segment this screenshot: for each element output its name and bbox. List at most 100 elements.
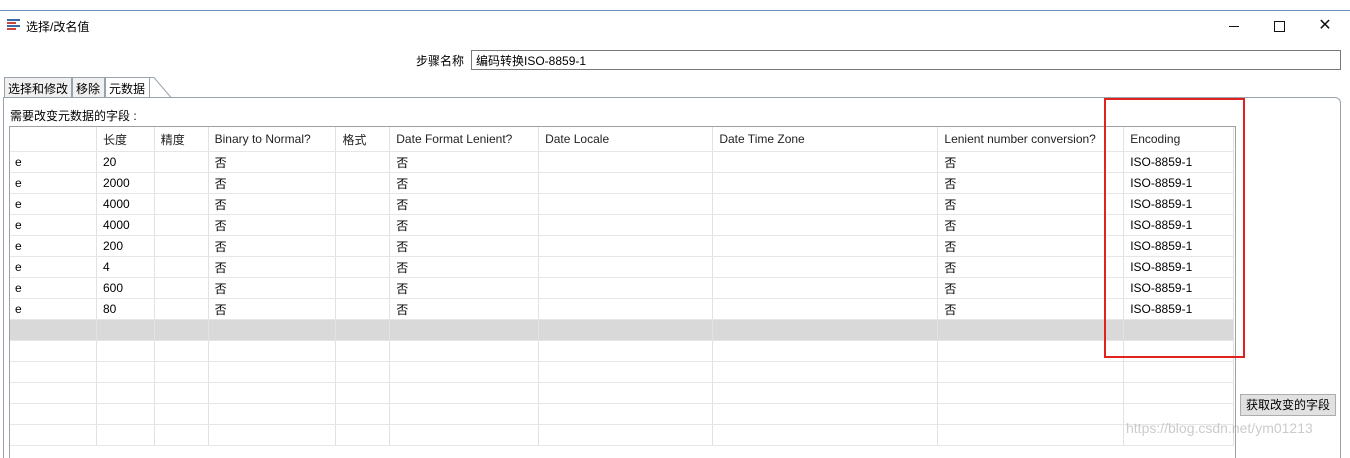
table-cell[interactable] — [335, 361, 391, 383]
table-cell[interactable] — [335, 424, 391, 446]
table-cell[interactable]: 否 — [389, 277, 540, 299]
table-cell[interactable]: 否 — [937, 298, 1125, 320]
table-cell[interactable]: ISO-8859-1 — [1123, 256, 1234, 278]
table-cell[interactable] — [208, 340, 337, 362]
table-cell[interactable] — [712, 193, 939, 215]
table-cell[interactable]: e — [10, 172, 97, 194]
table-row[interactable]: e 4000 否否否 ISO-8859-1 — [10, 193, 1234, 215]
col-header-lenient-number[interactable]: Lenient number conversion? — [937, 127, 1125, 152]
table-cell[interactable]: ISO-8859-1 — [1123, 193, 1234, 215]
table-cell[interactable]: e — [10, 256, 97, 278]
table-cell[interactable] — [335, 172, 391, 194]
table-cell[interactable] — [154, 277, 209, 299]
table-cell[interactable]: e — [10, 277, 97, 299]
table-cell[interactable] — [335, 277, 391, 299]
table-cell[interactable] — [389, 361, 540, 383]
table-cell[interactable] — [335, 298, 391, 320]
empty-row[interactable] — [10, 403, 1234, 425]
table-row[interactable]: e 200 否否否 ISO-8859-1 — [10, 235, 1234, 257]
table-cell[interactable]: 否 — [389, 172, 540, 194]
table-cell[interactable] — [538, 340, 714, 362]
table-cell[interactable]: 否 — [937, 214, 1125, 236]
table-cell[interactable] — [937, 319, 1125, 341]
step-name-input[interactable] — [471, 50, 1341, 70]
maximize-button[interactable] — [1257, 14, 1301, 38]
table-cell[interactable] — [208, 403, 337, 425]
table-cell[interactable]: 否 — [937, 277, 1125, 299]
table-cell[interactable]: e — [10, 235, 97, 257]
table-cell[interactable] — [1123, 361, 1234, 383]
table-cell[interactable] — [712, 403, 939, 425]
table-cell[interactable] — [10, 403, 97, 425]
table-cell[interactable] — [712, 361, 939, 383]
table-cell[interactable] — [335, 235, 391, 257]
table-cell[interactable] — [712, 235, 939, 257]
table-cell[interactable]: e — [10, 151, 97, 173]
table-cell[interactable]: 80 — [96, 298, 155, 320]
table-cell[interactable]: 否 — [389, 235, 540, 257]
table-cell[interactable] — [335, 319, 391, 341]
table-cell[interactable]: 否 — [208, 298, 337, 320]
table-cell[interactable] — [712, 214, 939, 236]
table-cell[interactable] — [1123, 382, 1234, 404]
tab-remove[interactable]: 移除 — [72, 77, 105, 97]
table-cell[interactable] — [538, 361, 714, 383]
table-cell[interactable] — [389, 340, 540, 362]
table-cell[interactable] — [96, 361, 155, 383]
table-cell[interactable]: e — [10, 193, 97, 215]
table-cell[interactable]: 否 — [389, 193, 540, 215]
table-cell[interactable]: 2000 — [96, 172, 155, 194]
table-cell[interactable] — [335, 193, 391, 215]
empty-row[interactable] — [10, 382, 1234, 404]
col-header-format[interactable]: 格式 — [335, 127, 391, 152]
col-header-date-format-lenient[interactable]: Date Format Lenient? — [389, 127, 540, 152]
get-changed-fields-button[interactable]: 获取改变的字段 — [1240, 394, 1336, 416]
selected-empty-row[interactable] — [10, 319, 1234, 341]
table-cell[interactable] — [10, 382, 97, 404]
table-cell[interactable] — [96, 340, 155, 362]
table-cell[interactable] — [712, 298, 939, 320]
col-header-fieldname[interactable] — [10, 127, 97, 152]
table-cell[interactable]: 否 — [208, 277, 337, 299]
table-cell[interactable] — [538, 277, 714, 299]
empty-row[interactable] — [10, 340, 1234, 362]
table-cell[interactable] — [712, 319, 939, 341]
table-cell[interactable] — [389, 403, 540, 425]
table-cell[interactable]: 4000 — [96, 214, 155, 236]
table-row[interactable]: e 4000 否否否 ISO-8859-1 — [10, 214, 1234, 236]
table-cell[interactable] — [10, 424, 97, 446]
table-row[interactable]: e 2000 否否否 ISO-8859-1 — [10, 172, 1234, 194]
table-cell[interactable]: ISO-8859-1 — [1123, 172, 1234, 194]
table-cell[interactable]: 200 — [96, 235, 155, 257]
table-cell[interactable] — [154, 172, 209, 194]
table-cell[interactable]: 否 — [208, 256, 337, 278]
table-cell[interactable] — [335, 403, 391, 425]
table-cell[interactable] — [154, 424, 209, 446]
table-row[interactable]: e 80 否否否 ISO-8859-1 — [10, 298, 1234, 320]
table-cell[interactable] — [538, 403, 714, 425]
table-cell[interactable] — [154, 214, 209, 236]
table-cell[interactable]: ISO-8859-1 — [1123, 298, 1234, 320]
table-cell[interactable] — [154, 319, 209, 341]
table-cell[interactable] — [389, 382, 540, 404]
col-header-precision[interactable]: 精度 — [154, 127, 209, 152]
table-cell[interactable] — [154, 235, 209, 257]
table-cell[interactable] — [538, 382, 714, 404]
col-header-length[interactable]: 长度 — [96, 127, 155, 152]
table-cell[interactable] — [154, 298, 209, 320]
table-cell[interactable] — [712, 424, 939, 446]
table-cell[interactable] — [154, 361, 209, 383]
table-cell[interactable]: ISO-8859-1 — [1123, 235, 1234, 257]
table-cell[interactable]: 否 — [389, 151, 540, 173]
table-cell[interactable]: 否 — [389, 298, 540, 320]
table-cell[interactable]: 否 — [937, 235, 1125, 257]
table-cell[interactable] — [10, 319, 97, 341]
table-cell[interactable]: 否 — [389, 256, 540, 278]
table-row[interactable]: e 20 否否否 ISO-8859-1 — [10, 151, 1234, 173]
table-cell[interactable] — [712, 382, 939, 404]
table-cell[interactable] — [712, 256, 939, 278]
table-cell[interactable]: ISO-8859-1 — [1123, 151, 1234, 173]
table-cell[interactable]: 20 — [96, 151, 155, 173]
col-header-encoding[interactable]: Encoding — [1123, 127, 1234, 152]
table-cell[interactable] — [937, 403, 1125, 425]
